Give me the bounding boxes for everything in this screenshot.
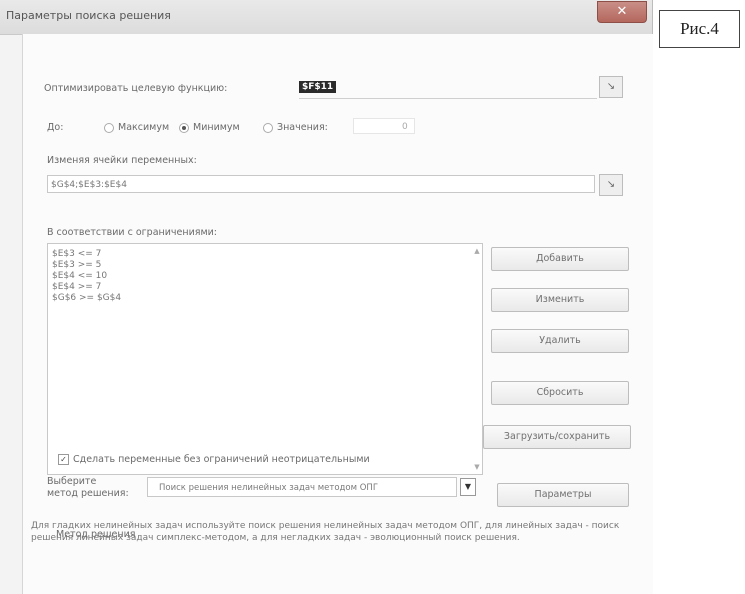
close-icon: ✕ [616, 4, 628, 19]
delete-button[interactable]: Удалить [491, 329, 629, 353]
radio-max-label: Максимум [118, 122, 170, 133]
method-select[interactable]: Поиск решения нелинейных задач методом О… [147, 477, 457, 497]
add-button[interactable]: Добавить [491, 247, 629, 271]
radio-value-label: Значения: [277, 122, 328, 133]
to-label: До: [47, 122, 64, 133]
figure-label: Рис.4 [659, 10, 740, 48]
method-label-1: Выберите [47, 476, 97, 487]
range-select-icon: ↘ [606, 81, 616, 92]
change-button[interactable]: Изменить [491, 288, 629, 312]
objective-ref-button[interactable]: ↘ [599, 76, 623, 98]
radio-min[interactable] [179, 123, 189, 133]
close-button[interactable]: ✕ [597, 1, 647, 23]
checkmark-icon: ✓ [60, 455, 67, 464]
nonneg-label: Сделать переменные без ограничений неотр… [73, 454, 370, 465]
objective-field[interactable]: $F$11 [299, 79, 597, 97]
variables-input[interactable]: $G$4;$E$3:$E$4 [47, 175, 595, 193]
constraints-list[interactable]: $E$3 <= 7 $E$3 >= 5 $E$4 <= 10 $E$4 >= 7… [47, 243, 483, 475]
list-item[interactable]: $E$4 >= 7 [48, 282, 482, 293]
objective-label: Оптимизировать целевую функцию: [44, 83, 228, 94]
reset-button[interactable]: Сбросить [491, 381, 629, 405]
value-field[interactable]: 0 [353, 118, 415, 134]
radio-value[interactable] [263, 123, 273, 133]
objective-underline [299, 98, 597, 99]
variables-label: Изменяя ячейки переменных: [47, 155, 197, 166]
options-button[interactable]: Параметры [497, 483, 629, 507]
load-save-button[interactable]: Загрузить/сохранить [483, 425, 631, 449]
list-item[interactable]: $E$3 >= 5 [48, 260, 482, 271]
list-item[interactable]: $E$3 <= 7 [48, 249, 482, 260]
constraints-label: В соответствии с ограничениями: [47, 227, 218, 238]
objective-value: $F$11 [299, 81, 337, 93]
radio-max[interactable] [104, 123, 114, 133]
chevron-down-icon[interactable]: ▼ [460, 478, 476, 496]
nonneg-checkbox[interactable]: ✓ [58, 454, 69, 465]
range-select-icon: ↘ [606, 179, 616, 190]
solver-dialog: Параметры поиска решения ✕ Оптимизироват… [0, 0, 653, 594]
title-bar: Параметры поиска решения ✕ [0, 0, 652, 35]
window-title: Параметры поиска решения [6, 9, 171, 22]
method-label-2: метод решения: [47, 488, 129, 499]
variables-ref-button[interactable]: ↘ [599, 174, 623, 196]
scroll-down-icon[interactable]: ▼ [473, 463, 481, 471]
scroll-up-icon[interactable]: ▲ [473, 247, 481, 255]
list-item[interactable]: $E$4 <= 10 [48, 271, 482, 282]
radio-min-label: Минимум [193, 122, 240, 133]
dialog-body: Оптимизировать целевую функцию: $F$11 ↘ … [22, 34, 653, 594]
list-item[interactable]: $G$6 >= $G$4 [48, 293, 482, 304]
method-info-text: Для гладких нелинейных задач используйте… [31, 521, 620, 543]
